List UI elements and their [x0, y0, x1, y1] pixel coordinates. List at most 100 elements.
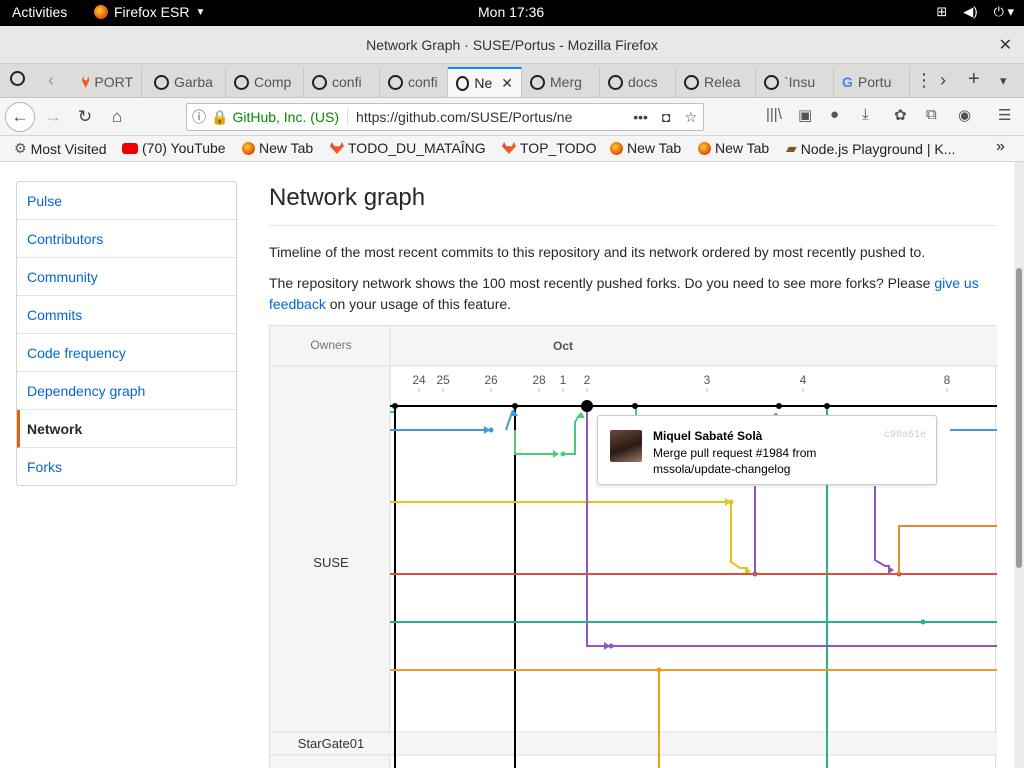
tab[interactable]: Ne ✕	[448, 67, 522, 97]
tab[interactable]: PORT	[74, 67, 142, 97]
url-bar[interactable]: ⓘ 🔒 GitHub, Inc. (US) https://github.com…	[186, 103, 704, 131]
bookmark-item[interactable]: TODO_DU_MATAÎNG	[330, 140, 486, 156]
account-icon[interactable]: ◉	[958, 106, 971, 124]
back-button[interactable]: ←	[5, 102, 35, 132]
home-button[interactable]: ⌂	[104, 104, 130, 130]
scroll-tabs-left-button[interactable]: ‹	[48, 70, 54, 91]
tab[interactable]: Garba	[146, 67, 226, 97]
volume-icon: ◀)	[963, 4, 978, 19]
branch-line	[514, 430, 558, 455]
firefox-icon	[94, 5, 108, 19]
app-menu-button[interactable]: Firefox ESR ▼	[94, 4, 205, 20]
sidebar-item-community[interactable]: Community	[17, 258, 236, 296]
owner-label-suse: SUSE	[313, 555, 349, 570]
owners-column	[270, 326, 390, 768]
commit-dot[interactable]	[656, 667, 662, 673]
extension-icon[interactable]: ✿	[894, 106, 907, 124]
sidebar-item-contributors[interactable]: Contributors	[17, 220, 236, 258]
network-graph[interactable]: Owners Oct SUSE StarGate01 24 25 26 28 1 2 3 4 8…	[269, 325, 997, 768]
url-text[interactable]: https://github.com/SUSE/Portus/ne	[348, 109, 580, 125]
network-icon: ⊞	[936, 4, 948, 19]
activities-button[interactable]: Activities	[12, 4, 67, 20]
sidebar-item-dependency-graph[interactable]: Dependency graph	[17, 372, 236, 410]
commit-dot[interactable]	[488, 427, 494, 433]
navigation-toolbar: ← → ↻ ⌂ ⓘ 🔒 GitHub, Inc. (US) https://gi…	[0, 98, 1024, 136]
clock[interactable]: Mon 17:36	[478, 4, 544, 20]
tab[interactable]: docs	[600, 67, 676, 97]
close-window-button[interactable]: ✕	[999, 35, 1012, 55]
bookmark-item[interactable]: TOP_TODO	[502, 140, 597, 156]
app-name: Firefox ESR	[114, 4, 190, 20]
sidebar-item-code-frequency[interactable]: Code frequency	[17, 334, 236, 372]
github-icon	[312, 74, 327, 90]
tab-label: Ne	[474, 75, 493, 91]
tab[interactable]: Comp	[226, 67, 304, 97]
tab[interactable]: Merg	[522, 67, 600, 97]
commit-dot[interactable]	[392, 403, 398, 409]
tab-label: `Insu	[784, 74, 816, 90]
bookmark-item[interactable]: ⚙ Most Visited	[14, 140, 107, 157]
sidebar-item-pulse[interactable]: Pulse	[17, 182, 236, 220]
tab[interactable]: Relea	[676, 67, 756, 97]
sidebar-item-network[interactable]: Network	[17, 410, 236, 448]
bookmark-label: TOP_TODO	[520, 140, 597, 156]
github-pinned-tab[interactable]	[10, 70, 25, 91]
merge-arrow	[888, 566, 894, 574]
commit-dot[interactable]	[920, 619, 926, 625]
window-title: Network Graph · SUSE/Portus - Mozilla Fi…	[366, 37, 658, 53]
new-tab-button[interactable]: +	[968, 68, 980, 91]
tab[interactable]: confi	[304, 67, 380, 97]
screenshot-icon[interactable]: ⧉	[926, 106, 937, 123]
bookmark-star-icon[interactable]: ☆	[684, 109, 697, 126]
page-content: Pulse Contributors Community Commits Code fr…	[0, 162, 1014, 768]
page-actions-icon[interactable]: •••	[633, 109, 648, 126]
overflow-icon[interactable]: ⋮	[915, 70, 933, 91]
bookmark-item[interactable]: New Tab	[698, 140, 769, 156]
tab[interactable]: G Portu	[834, 67, 910, 97]
forks-note: The repository network shows the 100 mos…	[269, 273, 999, 315]
commit-dot[interactable]	[824, 403, 830, 409]
selected-commit-dot[interactable]	[581, 400, 593, 412]
network-graph-canvas[interactable]: Owners Oct SUSE StarGate01 24 25 26 28 1 2 3 4 8	[270, 326, 997, 768]
gear-icon: ⚙	[14, 140, 27, 156]
bookmark-label: Node.js Playground | K...	[800, 140, 956, 157]
forks-note-text-end: on your usage of this feature.	[325, 296, 512, 312]
tab-label: confi	[408, 74, 438, 90]
merge-arrow	[553, 450, 559, 458]
commit-dot[interactable]	[776, 403, 782, 409]
bookmark-item[interactable]: New Tab	[242, 140, 313, 156]
bookmark-item[interactable]: ▰ Node.js Playground | K...	[786, 140, 955, 157]
gitlab-icon	[82, 76, 90, 88]
sidebar-item-forks[interactable]: Forks	[17, 448, 236, 486]
list-all-tabs-button[interactable]: ▾	[1000, 73, 1007, 89]
tab[interactable]: `Insu	[756, 67, 834, 97]
reload-button[interactable]: ↻	[72, 104, 98, 130]
extension-icon[interactable]: ●	[830, 106, 839, 123]
scroll-tabs-right-button[interactable]: ›	[940, 70, 946, 91]
library-icon[interactable]: |||\	[766, 106, 782, 123]
close-tab-icon[interactable]: ✕	[501, 75, 513, 92]
forward-button[interactable]: →	[40, 104, 66, 130]
github-icon	[530, 74, 545, 90]
download-icon[interactable]: ⤓	[862, 106, 869, 123]
scrollbar-thumb[interactable]	[1016, 268, 1022, 568]
date-tick-label: 1	[560, 373, 567, 387]
owner-label-stargate01: StarGate01	[298, 736, 365, 751]
site-identity[interactable]: GitHub, Inc. (US)	[232, 109, 349, 125]
sidebar-item-commits[interactable]: Commits	[17, 296, 236, 334]
bookmark-item[interactable]: New Tab	[610, 140, 681, 156]
more-bookmarks-icon[interactable]: »	[996, 138, 1005, 156]
info-icon[interactable]: ⓘ	[187, 107, 211, 127]
tab[interactable]: confi	[380, 67, 448, 97]
sidebar-icon[interactable]: ▣	[798, 106, 812, 124]
menu-icon[interactable]: ☰	[998, 106, 1011, 124]
system-tray[interactable]: ⊞ ◀) ⏻ ▾	[936, 4, 1014, 20]
page-scrollbar[interactable]	[1014, 162, 1024, 768]
google-icon: G	[842, 74, 853, 90]
gnome-top-bar: Activities Firefox ESR ▼ Mon 17:36 ⊞ ◀) …	[0, 0, 1024, 26]
pocket-icon[interactable]: ◘	[662, 109, 670, 126]
commit-dot[interactable]	[512, 403, 518, 409]
power-icon: ⏻ ▾	[993, 4, 1014, 19]
bookmark-item[interactable]: (70) YouTube	[122, 140, 226, 156]
commit-dot[interactable]	[632, 403, 638, 409]
